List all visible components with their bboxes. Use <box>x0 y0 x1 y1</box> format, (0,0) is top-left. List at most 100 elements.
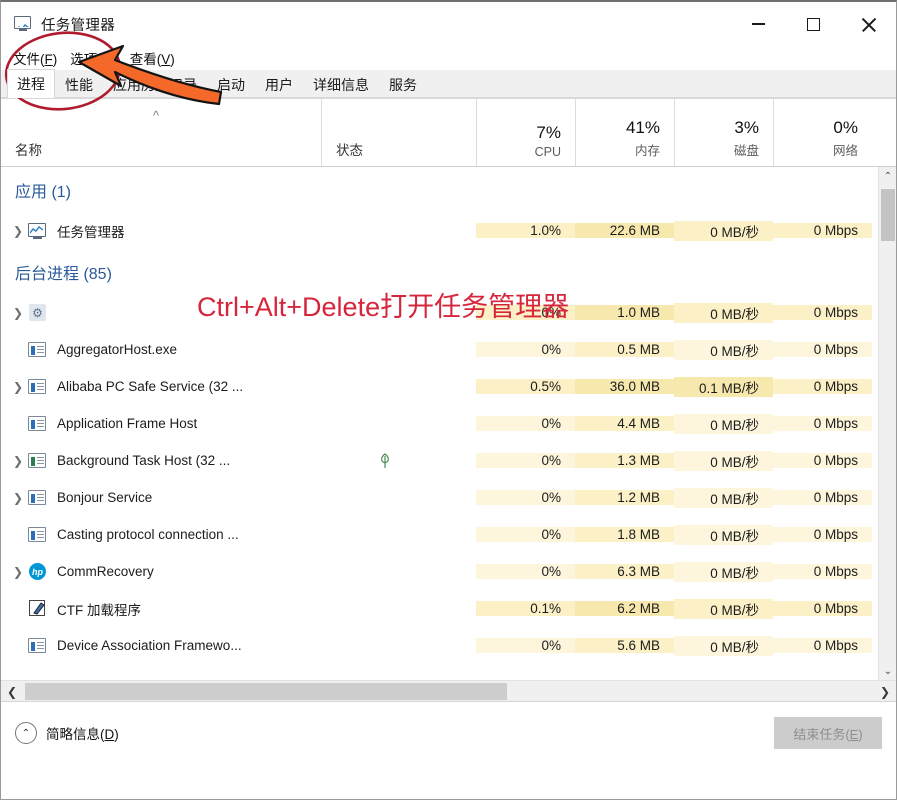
fewer-details-button[interactable]: ⌃ 简略信息(D) <box>15 722 119 744</box>
maximize-button[interactable] <box>786 2 841 46</box>
process-network-cell: 0 Mbps <box>773 416 872 431</box>
process-memory-cell: 1.0 MB <box>575 305 674 320</box>
scroll-left-button[interactable]: ❮ <box>1 681 23 702</box>
task-manager-window: 任务管理器 文件(F) 选项(O) 查看(V) 进程 性能 应用历史记录 启动 … <box>0 0 897 800</box>
cpu-total-pct: 7% <box>536 123 561 143</box>
process-status-cell <box>321 452 476 469</box>
chevron-up-icon: ⌃ <box>15 722 37 744</box>
process-network-cell: 0 Mbps <box>773 564 872 579</box>
process-cpu-cell: 0% <box>476 564 575 579</box>
tab-users[interactable]: 用户 <box>255 71 303 98</box>
scroll-right-button[interactable]: ❯ <box>874 681 896 702</box>
process-memory-cell: 36.0 MB <box>575 379 674 394</box>
process-memory-cell: 6.2 MB <box>575 601 674 616</box>
column-header-network[interactable]: 0% 网络 <box>773 99 872 166</box>
menu-file[interactable]: 文件(F) <box>13 46 70 70</box>
process-network-cell: 0 Mbps <box>773 601 872 616</box>
process-table: 应用 (1) ❯ 任务管理器 1.0% 22.6 MB 0 MB/秒 0 Mbps 后台进程 … <box>1 167 896 680</box>
process-name-cell: ❯ Background Task Host (32 ... <box>1 452 321 469</box>
chevron-right-icon[interactable]: ❯ <box>9 565 27 579</box>
memory-total-pct: 41% <box>625 118 660 138</box>
process-name-label: AggregatorHost.exe <box>57 342 178 357</box>
chevron-right-icon[interactable]: ❯ <box>9 306 27 320</box>
process-disk-cell: 0 MB/秒 <box>674 220 773 241</box>
process-disk-cell: 0 MB/秒 <box>674 561 773 582</box>
menu-view[interactable]: 查看(V) <box>130 46 188 70</box>
ctf-loader-icon <box>27 600 49 617</box>
process-name-cell: Application Frame Host <box>1 415 321 432</box>
process-name-label: 任务管理器 <box>57 224 125 240</box>
window-title: 任务管理器 <box>41 17 115 34</box>
hp-logo-icon: hp <box>27 563 49 580</box>
table-row[interactable]: ❯ Bonjour Service 0% 1.2 MB 0 MB/秒 0 Mbps <box>1 479 878 516</box>
table-row[interactable]: ❯ Alibaba PC Safe Service (32 ... 0.5% 36.0… <box>1 368 878 405</box>
tab-performance[interactable]: 性能 <box>55 71 103 98</box>
process-cpu-cell: 0.1% <box>476 601 575 616</box>
chevron-right-icon[interactable]: ❯ <box>9 491 27 505</box>
tab-processes[interactable]: 进程 <box>7 69 55 98</box>
process-group-header: 后台进程 (85) <box>1 249 878 294</box>
chevron-right-icon[interactable]: ❯ <box>9 454 27 468</box>
minimize-button[interactable] <box>731 2 786 46</box>
table-row[interactable]: Casting protocol connection ... 0% 1.8 MB 0… <box>1 516 878 553</box>
process-disk-cell: 0 MB/秒 <box>674 339 773 360</box>
menu-options[interactable]: 选项(O) <box>70 46 130 70</box>
network-total-pct: 0% <box>833 118 858 138</box>
end-task-accel: E <box>849 726 859 742</box>
column-header-disk[interactable]: 3% 磁盘 <box>674 99 773 166</box>
table-row[interactable]: ❯ hp CommRecovery 0% 6.3 MB 0 MB/秒 0 Mbps <box>1 553 878 590</box>
process-disk-cell: 0.1 MB/秒 <box>674 376 773 397</box>
process-name-cell: ❯ Alibaba PC Safe Service (32 ... <box>1 378 321 395</box>
scroll-up-button[interactable]: ⌃ <box>879 167 896 185</box>
process-name-label: Alibaba PC Safe Service (32 ... <box>57 379 244 394</box>
menu-options-accel: O <box>101 52 113 67</box>
table-row[interactable]: Application Frame Host 0% 4.4 MB 0 MB/秒 0 Mb… <box>1 405 878 442</box>
column-header-memory[interactable]: 41% 内存 <box>575 99 674 166</box>
disk-total-pct: 3% <box>734 118 759 138</box>
process-name-cell: Casting protocol connection ... <box>1 526 321 543</box>
process-group-header: 应用 (1) <box>1 167 878 212</box>
fewer-details-accel: D <box>104 727 115 742</box>
chevron-right-icon[interactable]: ❯ <box>9 380 27 394</box>
column-header-cpu-label: CPU <box>534 145 561 159</box>
vertical-scroll-thumb[interactable] <box>881 189 895 241</box>
process-cpu-cell: 0% <box>476 305 575 320</box>
menu-bar: 文件(F) 选项(O) 查看(V) <box>1 46 896 70</box>
horizontal-scroll-thumb[interactable] <box>25 683 507 700</box>
table-row[interactable]: ❯ 任务管理器 1.0% 22.6 MB 0 MB/秒 0 Mbps <box>1 212 878 249</box>
process-cpu-cell: 0% <box>476 638 575 653</box>
process-cpu-cell: 0% <box>476 416 575 431</box>
scroll-down-button[interactable]: ⌄ <box>879 662 896 680</box>
table-row[interactable]: ❯ Background Task Host (32 ... 0% 1.3 MB 0 M… <box>1 442 878 479</box>
table-row[interactable]: Device Association Framewo... 0% 5.6 MB 0 M… <box>1 627 878 664</box>
process-network-cell: 0 Mbps <box>773 638 872 653</box>
vertical-scrollbar[interactable]: ⌃ ⌄ <box>878 167 896 680</box>
horizontal-scrollbar[interactable]: ❮ ❯ <box>1 680 896 702</box>
column-header-status[interactable]: 状态 <box>321 99 476 166</box>
process-network-cell: 0 Mbps <box>773 453 872 468</box>
table-row[interactable]: AggregatorHost.exe 0% 0.5 MB 0 MB/秒 0 Mbps <box>1 331 878 368</box>
process-disk-cell: 0 MB/秒 <box>674 524 773 545</box>
process-network-cell: 0 Mbps <box>773 490 872 505</box>
window-icon <box>27 637 49 654</box>
close-button[interactable] <box>841 2 896 46</box>
menu-file-text: 文件 <box>13 52 40 67</box>
column-header-name[interactable]: ^ 名称 <box>1 99 321 166</box>
tab-services[interactable]: 服务 <box>379 71 427 98</box>
menu-view-text: 查看 <box>129 52 157 67</box>
process-cpu-cell: 0% <box>476 342 575 357</box>
column-header-status-label: 状态 <box>336 143 363 158</box>
process-row-container: 应用 (1) ❯ 任务管理器 1.0% 22.6 MB 0 MB/秒 0 Mbps 后台进程 … <box>1 167 878 680</box>
table-row[interactable]: ❯ ⚙ 0% 1.0 MB 0 MB/秒 0 Mbps <box>1 294 878 331</box>
process-name-cell: ❯ ⚙ <box>1 304 321 321</box>
chevron-right-icon[interactable]: ❯ <box>9 224 27 238</box>
column-header-cpu[interactable]: 7% CPU <box>476 99 575 166</box>
table-row[interactable]: CTF 加载程序 0.1% 6.2 MB 0 MB/秒 0 Mbps <box>1 590 878 627</box>
menu-view-accel: V <box>161 52 171 67</box>
process-cpu-cell: 0% <box>476 527 575 542</box>
tab-details[interactable]: 详细信息 <box>303 71 379 98</box>
process-memory-cell: 0.5 MB <box>575 342 674 357</box>
tab-startup[interactable]: 启动 <box>207 71 255 98</box>
end-task-button[interactable]: 结束任务(E) <box>774 717 882 749</box>
tab-app-history[interactable]: 应用历史记录 <box>103 71 207 98</box>
